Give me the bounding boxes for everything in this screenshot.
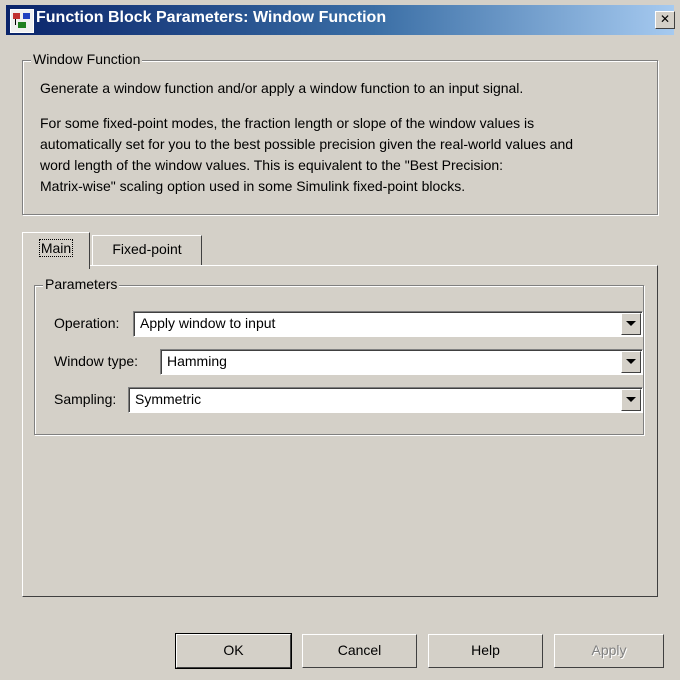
- cancel-button[interactable]: Cancel: [302, 634, 417, 668]
- sampling-value: Symmetric: [135, 391, 202, 407]
- title-bar: Function Block Parameters: Window Functi…: [0, 0, 680, 40]
- window-type-label: Window type:: [54, 353, 139, 369]
- chevron-down-icon[interactable]: [621, 313, 641, 335]
- parameters-legend: Parameters: [43, 276, 120, 292]
- apply-button[interactable]: Apply: [554, 634, 664, 668]
- window-title: Function Block Parameters: Window Functi…: [36, 9, 387, 26]
- tab-main[interactable]: Main: [22, 232, 90, 269]
- description-text: Generate a window function and/or apply …: [40, 78, 650, 197]
- ok-button[interactable]: OK: [175, 633, 292, 669]
- operation-label: Operation:: [54, 315, 120, 331]
- description-line: automatically set for you to the best po…: [40, 136, 574, 152]
- sampling-label: Sampling:: [54, 391, 117, 407]
- tab-main-label: Main: [38, 239, 74, 257]
- close-button[interactable]: ✕: [655, 11, 675, 29]
- window-type-dropdown[interactable]: Hamming: [160, 349, 643, 375]
- close-icon: ✕: [659, 12, 671, 26]
- tab-fixed-point-label: Fixed-point: [112, 241, 182, 257]
- help-button[interactable]: Help: [428, 634, 543, 668]
- operation-value: Apply window to input: [140, 315, 276, 331]
- description-line: For some fixed-point modes, the fraction…: [40, 115, 535, 131]
- sampling-dropdown[interactable]: Symmetric: [128, 387, 643, 413]
- description-legend: Window Function: [31, 51, 143, 67]
- chevron-down-icon[interactable]: [621, 389, 641, 411]
- tab-fixed-point[interactable]: Fixed-point: [92, 235, 202, 266]
- description-line: word length of the window values. This i…: [40, 157, 504, 173]
- chevron-down-icon[interactable]: [621, 351, 641, 373]
- operation-dropdown[interactable]: Apply window to input: [133, 311, 643, 337]
- description-line: Generate a window function and/or apply …: [40, 80, 524, 96]
- window-type-value: Hamming: [167, 353, 227, 369]
- description-line: Matrix-wise" scaling option used in some…: [40, 178, 466, 194]
- simulink-block-icon[interactable]: [10, 9, 34, 33]
